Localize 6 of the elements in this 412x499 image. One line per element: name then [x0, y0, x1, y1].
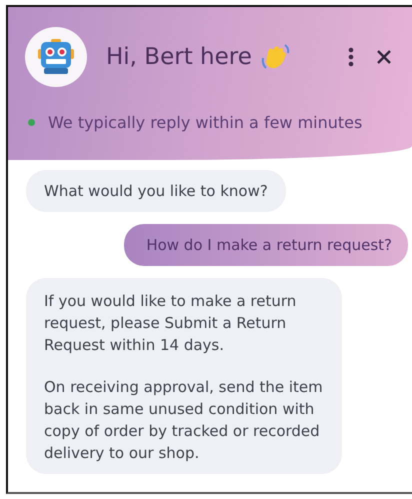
chat-title: Hi, Bert here	[106, 44, 252, 70]
bot-message: If you would like to make a return request, please Submit a Return Request within 14 days. On receiving approval, send the item back in same unused condition with copy of order by tracked or recorded delivery to our shop.	[26, 278, 342, 474]
bot-message: What would you like to know?	[26, 170, 286, 212]
status-text: We typically reply within a few minutes	[48, 113, 362, 132]
more-options-icon[interactable]	[346, 45, 356, 69]
user-message: How do I make a return request?	[124, 224, 408, 266]
